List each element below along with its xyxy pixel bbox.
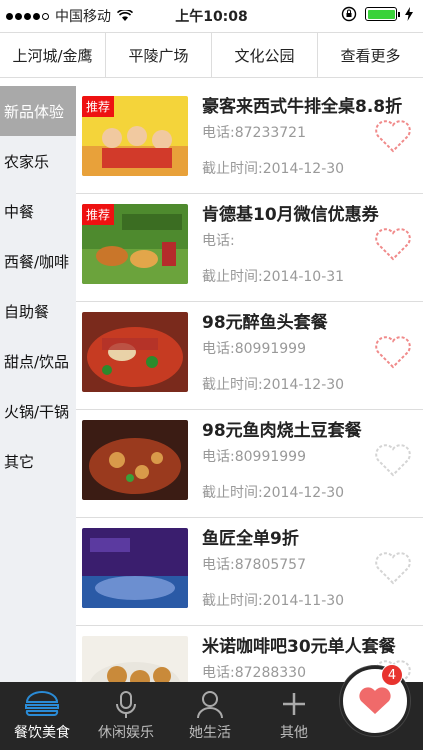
deal-phone: 电话: <box>202 233 235 249</box>
deal-list: 推荐 豪客来西式牛排全桌8.8折 电话:87233721 截止时间:2014-1… <box>76 86 423 682</box>
list-item[interactable]: 98元醉鱼头套餐 电话:80991999 截止时间:2014-12-30 <box>76 302 423 410</box>
list-item[interactable]: 鱼匠全单9折 电话:87805757 截止时间:2014-11-30 <box>76 518 423 626</box>
nav-label: 其他 <box>280 725 308 741</box>
deal-phone: 电话:87288330 <box>202 665 306 681</box>
heart-icon[interactable] <box>373 224 413 262</box>
deal-title: 98元醉鱼头套餐 <box>202 313 328 333</box>
charging-icon <box>405 7 413 21</box>
rotation-lock-icon <box>341 6 357 22</box>
deal-title: 98元鱼肉烧土豆套餐 <box>202 421 362 441</box>
deal-thumbnail: 推荐 <box>82 204 188 284</box>
deal-deadline: 截止时间:2014-12-30 <box>202 485 345 501</box>
battery-icon <box>365 7 400 21</box>
favorites-count-badge: 4 <box>381 664 403 686</box>
nav-label: 餐饮美食 <box>14 725 70 741</box>
nav-food[interactable]: 餐饮美食 <box>0 682 84 750</box>
deal-phone: 电话:80991999 <box>202 341 306 357</box>
list-item[interactable]: 推荐 豪客来西式牛排全桌8.8折 电话:87233721 截止时间:2014-1… <box>76 86 423 194</box>
tab-pingling-square[interactable]: 平陵广场 <box>106 33 212 77</box>
area-tabs: 上河城/金鹰 平陵广场 文化公园 查看更多 <box>0 32 423 78</box>
heart-icon[interactable] <box>373 116 413 154</box>
burger-icon <box>25 691 59 716</box>
category-new[interactable]: 新品体验 <box>0 86 76 136</box>
nav-other[interactable]: 其他 <box>252 682 336 750</box>
list-item[interactable]: 推荐 肯德基10月微信优惠券 电话: 截止时间:2014-10-31 <box>76 194 423 302</box>
heart-icon[interactable] <box>373 440 413 478</box>
nav-label: 她生活 <box>189 725 231 741</box>
deal-title: 米诺咖啡吧30元单人套餐 <box>202 637 396 657</box>
tab-culture-park[interactable]: 文化公园 <box>212 33 318 77</box>
tab-shanghecheng[interactable]: 上河城/金鹰 <box>0 33 106 77</box>
microphone-icon <box>116 691 136 718</box>
category-dessert-drinks[interactable]: 甜点/饮品 <box>0 336 76 386</box>
tab-view-more[interactable]: 查看更多 <box>318 33 423 77</box>
deal-title: 鱼匠全单9折 <box>202 529 299 549</box>
heart-icon[interactable] <box>373 332 413 370</box>
category-other[interactable]: 其它 <box>0 436 76 486</box>
nav-leisure[interactable]: 休闲娱乐 <box>84 682 168 750</box>
deal-deadline: 截止时间:2014-10-31 <box>202 269 345 285</box>
nav-label: 休闲娱乐 <box>98 725 154 741</box>
deal-title: 肯德基10月微信优惠券 <box>202 205 379 225</box>
deal-thumbnail <box>82 528 188 608</box>
recommend-badge: 推荐 <box>82 204 115 225</box>
deal-deadline: 截止时间:2014-11-30 <box>202 593 345 609</box>
deal-thumbnail: 推荐 <box>82 96 188 176</box>
deal-phone: 电话:87805757 <box>202 557 306 573</box>
deal-phone: 电话:87233721 <box>202 125 306 141</box>
nav-her-life[interactable]: 她生活 <box>168 682 252 750</box>
deal-deadline: 截止时间:2014-12-30 <box>202 377 345 393</box>
category-hotpot[interactable]: 火锅/干锅 <box>0 386 76 436</box>
category-western-coffee[interactable]: 西餐/咖啡 <box>0 236 76 286</box>
plus-icon <box>283 693 305 715</box>
list-item[interactable]: 98元鱼肉烧土豆套餐 电话:80991999 截止时间:2014-12-30 <box>76 410 423 518</box>
category-chinese[interactable]: 中餐 <box>0 186 76 236</box>
category-farmhouse[interactable]: 农家乐 <box>0 136 76 186</box>
status-bar: 中国移动 上午10:08 <box>0 0 423 30</box>
deal-phone: 电话:80991999 <box>202 449 306 465</box>
category-sidebar: 新品体验 农家乐 中餐 西餐/咖啡 自助餐 甜点/饮品 火锅/干锅 其它 <box>0 86 76 682</box>
deal-thumbnail <box>82 420 188 500</box>
heart-icon[interactable] <box>373 548 413 586</box>
recommend-badge: 推荐 <box>82 96 115 117</box>
category-buffet[interactable]: 自助餐 <box>0 286 76 336</box>
deal-thumbnail <box>82 312 188 392</box>
deal-deadline: 截止时间:2014-12-30 <box>202 161 345 177</box>
woman-icon <box>197 691 223 718</box>
deal-thumbnail <box>82 636 188 682</box>
deal-title: 豪客来西式牛排全桌8.8折 <box>202 97 403 117</box>
heart-filled-icon <box>359 687 391 714</box>
